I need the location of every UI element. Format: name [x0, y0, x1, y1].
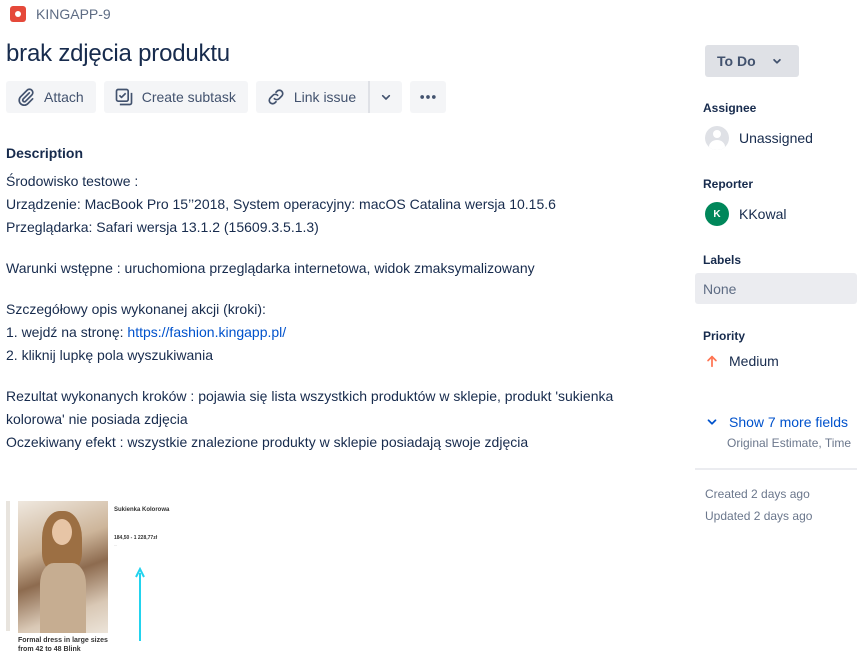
browser-line: Przeglądarka: Safari wersja 13.1.2 (1560…	[6, 219, 319, 235]
steps-heading: Szczegółowy opis wykonanej akcji (kroki)…	[6, 301, 266, 317]
device-line: Urządzenie: MacBook Pro 15’’2018, System…	[6, 196, 556, 212]
assignee-field[interactable]: Unassigned	[705, 126, 813, 150]
link-issue-button[interactable]: Link issue	[255, 81, 369, 113]
show-more-fields-label: Show 7 more fields	[729, 414, 849, 430]
labels-field[interactable]: None	[695, 273, 857, 304]
result-line: Rezultat wykonanych kroków : pojawia się…	[6, 388, 614, 427]
thumbnail-price-sub: ...	[114, 543, 117, 547]
labels-value: None	[703, 280, 737, 297]
show-more-fields-button[interactable]: Show 7 more fields	[705, 414, 848, 430]
reporter-avatar: K	[705, 202, 729, 226]
photo-dress	[40, 563, 86, 633]
link-icon	[268, 89, 284, 105]
ellipsis-icon	[420, 95, 436, 99]
arrow-up-icon	[135, 567, 145, 641]
reporter-label: Reporter	[703, 177, 754, 191]
issue-key[interactable]: KINGAPP-9	[10, 6, 111, 22]
store-link[interactable]: https://fashion.kingapp.pl/	[127, 324, 286, 340]
priority-field[interactable]: Medium	[705, 353, 779, 369]
env-heading: Środowisko testowe :	[6, 173, 139, 189]
paperclip-icon	[18, 88, 34, 107]
create-subtask-label: Create subtask	[141, 89, 236, 105]
thumbnail-product-name: Sukienka Kolorowa	[114, 507, 170, 513]
reporter-field[interactable]: K KKowal	[705, 202, 786, 226]
more-actions-button[interactable]	[410, 81, 447, 113]
issue-key-label[interactable]: KINGAPP-9	[36, 6, 111, 22]
attach-button[interactable]: Attach	[6, 81, 96, 113]
updated-date: Updated 2 days ago	[705, 509, 813, 523]
arrow-up-icon	[707, 355, 717, 368]
assignee-value: Unassigned	[739, 130, 813, 146]
description-heading: Description	[6, 145, 84, 161]
chevron-down-icon	[707, 419, 717, 425]
step-1: 1. wejdź na stronę: https://fashion.king…	[6, 321, 646, 344]
created-date: Created 2 days ago	[705, 487, 810, 501]
photo-face	[52, 519, 72, 545]
preconditions-line: Warunki wstępne : uruchomiona przeglądar…	[6, 260, 535, 276]
attach-label: Attach	[44, 89, 84, 105]
chevron-down-icon	[772, 58, 781, 64]
expected-line: Oczekiwany efekt : wszystkie znalezione …	[6, 434, 529, 450]
chevron-down-icon	[382, 94, 391, 100]
attachment-thumbnail[interactable]: Sukienka Kolorowa 184,50 - 1 228,77zł ..…	[6, 483, 196, 655]
status-label: To Do	[717, 53, 756, 69]
assignee-label: Assignee	[703, 101, 757, 115]
priority-label: Priority	[703, 329, 746, 343]
issue-title[interactable]: brak zdjęcia produktu	[6, 40, 230, 68]
link-issue-group: Link issue	[255, 81, 403, 113]
step-1-text: 1. wejdź na stronę:	[6, 324, 128, 340]
description-body[interactable]: Środowisko testowe : Urządzenie: MacBook…	[6, 170, 646, 454]
unassigned-avatar-icon	[705, 126, 729, 150]
subtask-icon	[115, 88, 133, 106]
status-dropdown[interactable]: To Do	[705, 45, 799, 77]
bug-icon	[10, 6, 26, 22]
thumbnail-caption: Formal dress in large sizes from 42 to 4…	[18, 637, 108, 653]
issue-toolbar: Attach Create subtask Link issue	[6, 81, 447, 113]
thumbnail-price: 184,50 - 1 228,77zł	[114, 535, 158, 541]
labels-label: Labels	[703, 253, 742, 267]
more-fields-hint: Original Estimate, Time	[727, 436, 852, 450]
create-subtask-button[interactable]: Create subtask	[103, 81, 248, 113]
thumbnail-edge	[6, 501, 10, 631]
reporter-value: KKowal	[739, 206, 787, 222]
step-2: 2. kliknij lupkę pola wyszukiwania	[6, 347, 213, 363]
link-issue-label: Link issue	[293, 89, 357, 105]
priority-value: Medium	[729, 353, 779, 369]
sidebar-divider	[695, 468, 857, 470]
link-issue-dropdown[interactable]	[368, 81, 403, 113]
